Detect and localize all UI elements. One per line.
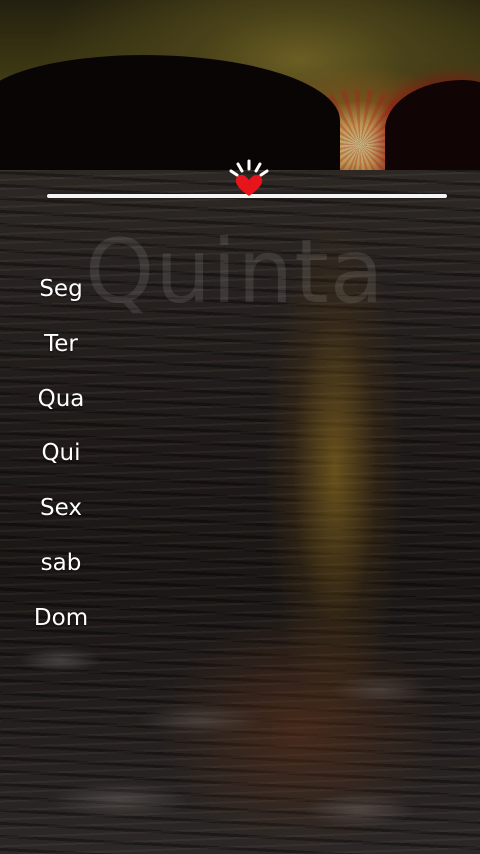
watermark-day-name: Quinta (85, 220, 385, 323)
weekday-item-seg[interactable]: Seg (0, 262, 122, 317)
weekday-item-sex[interactable]: Sex (0, 481, 122, 536)
weekday-item-sab[interactable]: sab (0, 536, 122, 591)
weekday-item-ter[interactable]: Ter (0, 317, 122, 372)
weekday-item-dom[interactable]: Dom (0, 591, 122, 646)
heart-icon (229, 159, 269, 196)
weekday-list: Seg Ter Qua Qui Sex sab Dom (0, 262, 122, 646)
screen: Quinta Seg Ter Qua Qui Sex sab Dom (0, 0, 480, 854)
slider-thumb[interactable] (227, 158, 271, 202)
weekday-item-qui[interactable]: Qui (0, 426, 122, 481)
day-slider[interactable] (47, 159, 447, 214)
weekday-item-qua[interactable]: Qua (0, 372, 122, 427)
